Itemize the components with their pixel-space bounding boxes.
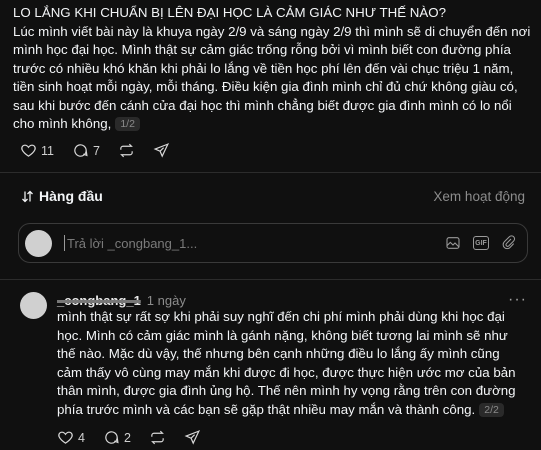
post-comment-button[interactable]: 7 (72, 142, 100, 159)
post-actions: 11 7 (20, 142, 170, 159)
comment-like-button[interactable]: 4 (57, 429, 85, 446)
sort-row: Hàng đầu Xem hoạt động (20, 188, 525, 204)
heart-icon (58, 431, 73, 444)
comment-like-count: 4 (78, 430, 85, 445)
divider (0, 172, 541, 173)
send-icon (184, 430, 200, 445)
more-options-button[interactable]: ··· (508, 291, 527, 309)
avatar (25, 229, 52, 257)
reply-tools: GIF (445, 235, 517, 251)
post-title: LO LẮNG KHI CHUẨN BỊ LÊN ĐẠI HỌC LÀ CẢM … (13, 5, 447, 20)
post-repost-button[interactable] (118, 142, 135, 159)
post-body: LO LẮNG KHI CHUẨN BỊ LÊN ĐẠI HỌC LÀ CẢM … (13, 4, 533, 134)
reply-box: GIF (18, 223, 528, 263)
avatar[interactable] (20, 292, 47, 319)
link-icon[interactable] (501, 235, 517, 251)
sort-dropdown[interactable]: Hàng đầu (20, 188, 103, 204)
send-icon (153, 143, 169, 158)
sort-label: Hàng đầu (39, 188, 103, 204)
comment-actions: 4 2 (57, 429, 201, 446)
comment-body: mình thật sự rất sợ khi phải suy nghĩ đế… (57, 308, 527, 419)
heart-icon (21, 144, 36, 157)
view-activity-link[interactable]: Xem hoạt động (433, 189, 525, 204)
post-like-button[interactable]: 11 (20, 142, 54, 159)
post-text: Lúc mình viết bài này là khuya ngày 2/9 … (13, 23, 531, 132)
divider (0, 279, 541, 280)
comment-timestamp: 1 ngày (146, 292, 186, 308)
comment-reply-count: 2 (123, 430, 131, 445)
comment-username[interactable]: _congbang_1 (57, 293, 141, 308)
gif-icon[interactable]: GIF (473, 236, 489, 250)
comment-icon (74, 144, 88, 157)
post-like-count: 11 (41, 143, 54, 158)
post-pager: 1/2 (115, 117, 140, 131)
post-comment-count: 7 (92, 143, 100, 158)
comment-reply-button[interactable]: 2 (103, 429, 131, 446)
reply-input[interactable] (64, 235, 404, 251)
repost-icon (150, 430, 164, 445)
comment-icon (105, 431, 119, 444)
sort-icon (22, 190, 33, 202)
comment-pager: 2/2 (479, 402, 504, 417)
comment-share-button[interactable] (184, 429, 201, 446)
comment-text: mình thật sự rất sợ khi phải suy nghĩ đế… (57, 309, 516, 417)
image-icon[interactable] (445, 235, 461, 251)
post-share-button[interactable] (153, 142, 170, 159)
repost-icon (120, 143, 133, 158)
comment-repost-button[interactable] (149, 429, 166, 446)
comment-header: _congbang_1 1 ngày ··· (57, 291, 527, 309)
